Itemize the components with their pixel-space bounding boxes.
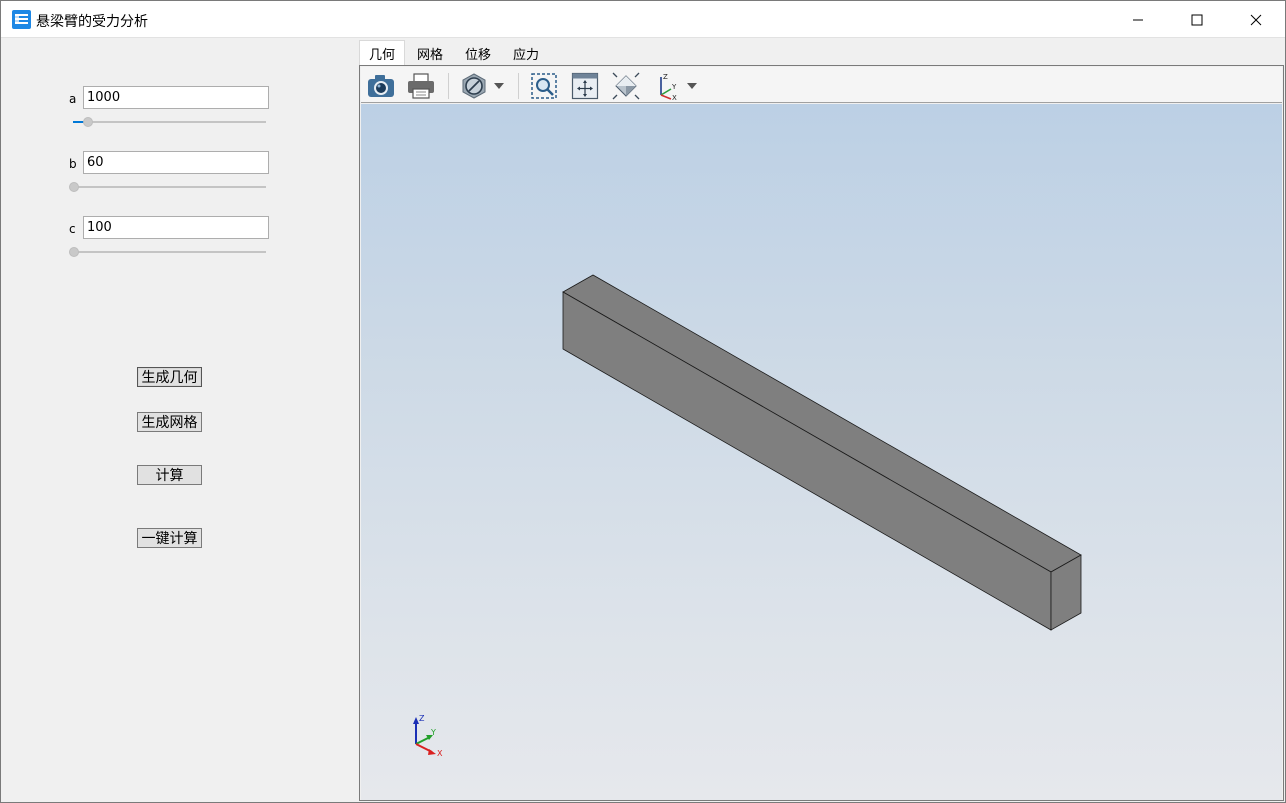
close-button[interactable] xyxy=(1227,1,1285,38)
zoom-window-icon xyxy=(531,73,557,99)
slider-thumb[interactable] xyxy=(69,182,79,192)
slider-thumb[interactable] xyxy=(83,117,93,127)
param-a-input[interactable] xyxy=(83,86,269,109)
window-title: 悬梁臂的受力分析 xyxy=(36,14,148,30)
param-b-label: b xyxy=(69,157,77,171)
clip-plane-dropdown[interactable] xyxy=(492,71,506,101)
slider-track xyxy=(73,121,266,123)
tab-geometry[interactable]: 几何 xyxy=(359,40,405,66)
close-icon xyxy=(1250,14,1262,25)
toolbar-separator xyxy=(448,73,449,99)
param-a-label: a xyxy=(69,92,77,106)
fit-all-icon xyxy=(571,72,599,100)
minimize-icon xyxy=(1133,19,1143,20)
triad-x-label: X xyxy=(437,749,443,758)
axes-view-button[interactable]: Z Y X xyxy=(652,71,682,101)
svg-text:Y: Y xyxy=(671,83,677,91)
view-frame: Z Y X Z Y X xyxy=(359,65,1284,801)
generate-mesh-button[interactable]: 生成网格 xyxy=(137,412,202,432)
svg-text:Z: Z xyxy=(663,73,668,81)
axes-view-dropdown[interactable] xyxy=(685,71,699,101)
3d-viewport[interactable]: Z Y X xyxy=(361,104,1282,800)
param-c-slider[interactable] xyxy=(69,245,266,259)
app-grid-icon xyxy=(12,10,31,29)
camera-icon xyxy=(368,75,394,97)
screenshot-button[interactable] xyxy=(365,71,397,101)
compute-button[interactable]: 计算 xyxy=(137,465,202,485)
toolbar-separator xyxy=(518,73,519,99)
tab-displacement[interactable]: 位移 xyxy=(457,42,499,65)
clip-plane-icon xyxy=(462,73,486,99)
param-b-input[interactable] xyxy=(83,151,269,174)
slider-thumb[interactable] xyxy=(69,247,79,257)
triad-y-label: Y xyxy=(430,728,436,737)
tab-stress[interactable]: 应力 xyxy=(505,42,547,65)
clip-plane-button[interactable] xyxy=(458,71,490,101)
slider-track xyxy=(73,186,266,188)
print-icon xyxy=(408,73,434,99)
tab-mesh[interactable]: 网格 xyxy=(409,42,451,65)
fit-all-button[interactable] xyxy=(569,71,601,101)
viewport-scene: Z Y X xyxy=(413,274,1082,758)
slider-track xyxy=(73,251,266,253)
view-iso-icon xyxy=(612,72,640,100)
axis-triad: Z Y X xyxy=(413,714,443,758)
zoom-window-button[interactable] xyxy=(528,71,560,101)
app-window: 悬梁臂的受力分析 a b c xyxy=(0,0,1286,803)
dropdown-arrow-icon xyxy=(494,83,504,89)
tab-bar: 几何 网格 位移 应力 xyxy=(359,39,1285,66)
minimize-button[interactable] xyxy=(1109,1,1167,38)
maximize-icon xyxy=(1191,14,1203,25)
one-click-compute-button[interactable]: 一键计算 xyxy=(137,528,202,548)
svg-text:X: X xyxy=(672,94,677,101)
param-b-slider[interactable] xyxy=(69,180,266,194)
cantilever-beam xyxy=(562,274,1082,631)
iso-view-button[interactable] xyxy=(610,71,642,101)
title-bar: 悬梁臂的受力分析 xyxy=(1,1,1285,38)
print-button[interactable] xyxy=(405,71,437,101)
view-toolbar: Z Y X xyxy=(361,67,1282,103)
param-c-label: c xyxy=(69,222,76,236)
param-a-slider[interactable] xyxy=(73,115,266,129)
parameter-panel: a b c 生成几何 生成网格 计算 一键计算 xyxy=(2,39,358,802)
axes-triad-icon: Z Y X xyxy=(660,73,677,101)
generate-geometry-button[interactable]: 生成几何 xyxy=(137,367,202,387)
param-c-input[interactable] xyxy=(83,216,269,239)
maximize-button[interactable] xyxy=(1168,1,1226,38)
triad-z-label: Z xyxy=(419,714,425,723)
dropdown-arrow-icon xyxy=(687,83,697,89)
